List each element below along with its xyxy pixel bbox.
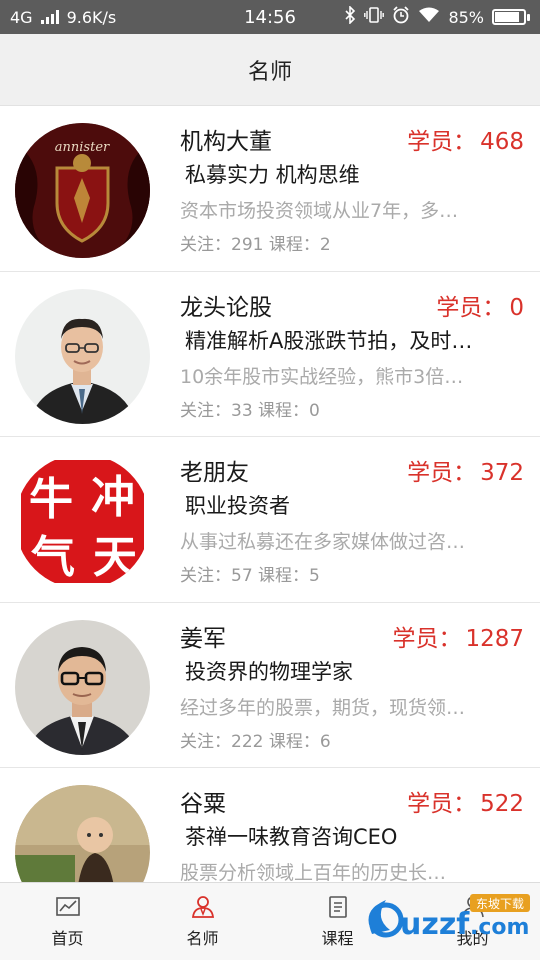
status-bar: 4G 9.6K/s 14:56 85%	[0, 0, 540, 34]
seal-char: 气	[31, 532, 75, 583]
tab-home[interactable]: 首页	[0, 883, 135, 960]
battery-icon	[492, 9, 530, 25]
child-monk-avatar	[15, 785, 150, 882]
man-suit-avatar	[15, 288, 150, 424]
seal-char: 牛	[29, 474, 73, 525]
seal-char: 冲	[91, 472, 135, 523]
student-count: 学员： 522	[407, 791, 524, 817]
teacher-name: 机构大董	[180, 129, 272, 155]
seal-char: 天	[93, 532, 137, 583]
teacher-desc: 资本市场投资领域从业7年，多…	[180, 200, 459, 222]
teacher-title: 精准解析A股涨跌节拍，及时…	[185, 328, 473, 353]
tab-label: 名师	[186, 928, 219, 948]
teacher-name: 谷粟	[180, 791, 226, 817]
teacher-stats: 关注：291 课程：2	[180, 235, 331, 255]
vibrate-icon	[364, 7, 385, 27]
teacher-desc: 10余年股市实战经验，熊市3倍…	[180, 365, 464, 388]
teacher-desc: 经过多年的股票，期货，现货领…	[180, 696, 466, 719]
teacher-icon	[191, 895, 214, 918]
tab-teachers[interactable]: 名师	[135, 883, 270, 960]
seal-avatar: 牛 冲 气 天	[15, 454, 150, 589]
network-type: 4G	[10, 7, 33, 27]
student-count: 学员： 1287	[392, 625, 524, 652]
teacher-title: 投资界的物理学家	[185, 659, 353, 684]
teacher-title: 茶禅一味教育咨询CEO	[185, 825, 398, 849]
tab-label: 课程	[321, 928, 354, 948]
bluetooth-icon	[344, 5, 356, 28]
course-icon	[328, 895, 347, 918]
teacher-row[interactable]: 牛 冲 气 天 老朋友 学员： 372 职业投资者 从事过私募还在多家媒体做过咨……	[0, 437, 540, 603]
signal-icon	[40, 10, 59, 24]
watermark-logo: uzzf .com 东坡下载	[360, 890, 535, 950]
teacher-name: 龙头论股	[180, 294, 272, 321]
man-glasses-avatar	[15, 619, 150, 755]
teacher-row[interactable]: 谷粟 学员： 522 茶禅一味教育咨询CEO 股票分析领域上百年的历史长…	[0, 768, 540, 882]
student-count: 学员： 372	[407, 460, 524, 486]
teacher-list[interactable]: annister 机构大董 学员： 468 私募实力 机构思维 资本市场投资领域从…	[0, 106, 540, 882]
student-count: 学员： 0	[436, 294, 524, 321]
battery-percent: 85%	[448, 7, 484, 27]
alarm-icon	[392, 6, 410, 28]
crest-avatar: annister	[15, 123, 150, 258]
teacher-name: 老朋友	[180, 460, 249, 486]
watermark-text: uzzf	[400, 907, 470, 942]
chart-icon	[55, 896, 80, 916]
wifi-icon	[418, 7, 440, 27]
teacher-row[interactable]: 姜军 学员： 1287 投资界的物理学家 经过多年的股票，期货，现货领… 关注：2…	[0, 602, 540, 768]
crest-caption: annister	[55, 140, 110, 155]
teacher-row[interactable]: annister 机构大董 学员： 468 私募实力 机构思维 资本市场投资领域从…	[0, 106, 540, 272]
page-title: 名师	[0, 34, 540, 106]
network-speed: 9.6K/s	[66, 7, 117, 27]
watermark-suffix: .com	[470, 915, 529, 940]
teacher-stats: 关注：222 课程：6	[180, 731, 331, 752]
teacher-title: 私募实力 机构思维	[185, 163, 360, 187]
teacher-row[interactable]: 龙头论股 学员： 0 精准解析A股涨跌节拍，及时… 10余年股市实战经验，熊市3倍…	[0, 271, 540, 437]
teacher-name: 姜军	[180, 625, 226, 652]
watermark-tag: 东坡下载	[476, 897, 524, 911]
teacher-stats: 关注：57 课程：5	[180, 566, 320, 586]
student-count: 学员： 468	[407, 129, 524, 155]
teacher-desc: 股票分析领域上百年的历史长…	[180, 862, 447, 882]
tab-label: 首页	[51, 928, 84, 948]
teacher-stats: 关注：33 课程：0	[180, 400, 320, 421]
teacher-desc: 从事过私募还在多家媒体做过咨…	[180, 531, 466, 553]
teacher-title: 职业投资者	[185, 494, 290, 518]
